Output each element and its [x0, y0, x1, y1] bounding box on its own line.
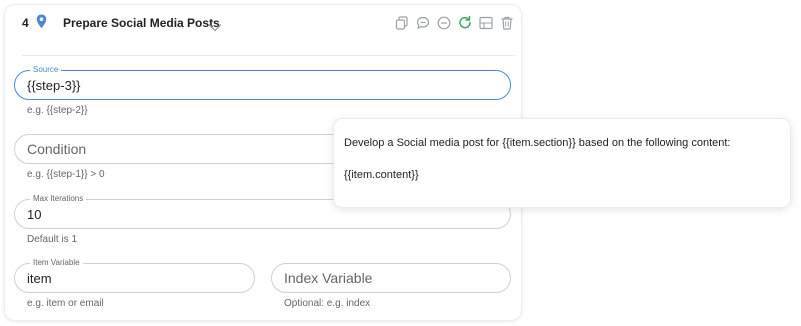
trash-icon[interactable] [498, 14, 516, 32]
duplicate-icon[interactable] [393, 14, 411, 32]
tooltip-line-1: Develop a Social media post for {{item.s… [344, 137, 731, 149]
index-variable-field[interactable] [271, 263, 511, 293]
index-variable-helper: Optional: e.g. index [284, 298, 371, 309]
condition-helper: e.g. {{step-1}} > 0 [27, 169, 105, 180]
item-variable-input[interactable] [27, 264, 242, 292]
item-variable-helper: e.g. item or email [27, 298, 104, 309]
tooltip-line-2: {{item.content}} [344, 169, 419, 181]
step-title[interactable]: Prepare Social Media Posts [63, 16, 220, 30]
comment-icon[interactable] [414, 14, 432, 32]
prompt-preview-tooltip: Develop a Social media post for {{item.s… [334, 119, 790, 207]
refresh-icon[interactable] [456, 14, 474, 32]
index-variable-input[interactable] [284, 264, 498, 292]
source-field[interactable]: Source [14, 65, 511, 100]
step-actions [393, 14, 519, 32]
location-pin-icon [36, 14, 47, 29]
header-divider [22, 55, 515, 56]
max-iterations-helper: Default is 1 [27, 234, 78, 245]
disable-icon[interactable] [435, 14, 453, 32]
step-header: 4 Prepare Social Media Posts [5, 5, 521, 51]
source-helper: e.g. {{step-2}} [27, 105, 88, 116]
chevron-down-icon[interactable] [208, 19, 222, 32]
item-variable-field[interactable]: Item Variable [14, 258, 255, 293]
source-input[interactable] [27, 71, 498, 99]
step-number: 4 [22, 16, 29, 30]
layout-icon[interactable] [477, 14, 495, 32]
